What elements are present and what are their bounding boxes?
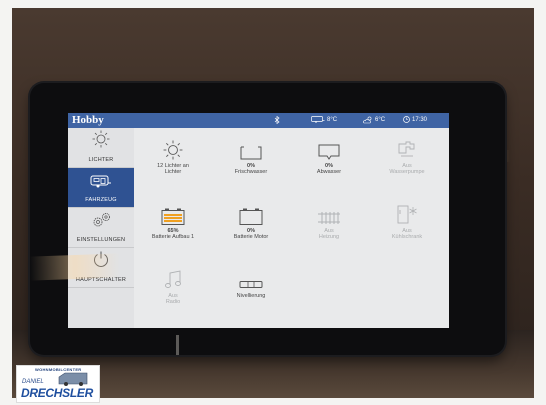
sidebar-item-label: FAHRZEUG: [85, 197, 117, 203]
battery-icon: [239, 201, 263, 225]
tile-batterie-motor[interactable]: 0% Batterie Motor: [212, 193, 290, 253]
sidebar-item-label: LICHTER: [88, 157, 114, 163]
outside-temp-value: 6°C: [375, 117, 386, 123]
tap-icon: [396, 136, 418, 160]
tile-abwasser[interactable]: 0% Abwasser: [290, 128, 368, 188]
tile-label: Frischwasser: [234, 169, 268, 176]
bluetooth-icon: [274, 116, 280, 124]
tile-kuehlschrank[interactable]: Aus Kühlschrank: [368, 193, 446, 253]
control-screen: Hobby 8°C 6°C 17:30 LICHTER FAHRZEUG EIN…: [68, 113, 449, 328]
gears-icon: [90, 212, 112, 233]
clock-icon: [403, 116, 410, 123]
sidebar-item-einstellungen[interactable]: EINSTELLUNGEN: [68, 208, 134, 248]
tile-label: Kühlschrank: [391, 234, 423, 241]
inside-temp-value: 8°C: [327, 116, 338, 123]
tile-frischwasser[interactable]: 0% Frischwasser: [212, 128, 290, 188]
fridge-icon: [396, 201, 418, 225]
tile-label: Lichter: [164, 169, 182, 176]
sun-icon: [163, 136, 183, 160]
sun-icon: [92, 130, 110, 153]
sidebar-item-lichter[interactable]: LICHTER: [68, 128, 134, 168]
tank-icon: [240, 136, 262, 160]
tile-label: Batterie Aufbau 1: [151, 234, 195, 241]
tile-label: Abwasser: [316, 169, 342, 176]
tile-radio[interactable]: Aus Radio: [134, 258, 212, 318]
tile-grid: 12 Lichter an Lichter 0% Frischwasser 0%…: [134, 128, 449, 328]
tile-label: Batterie Motor: [233, 234, 269, 241]
tile-label: Wasserpumpe: [389, 169, 425, 176]
status-bar: Hobby 8°C 6°C 17:30: [68, 113, 449, 128]
tile-wasserpumpe[interactable]: Aus Wasserpumpe: [368, 128, 446, 188]
tile-label: Nivellierung: [236, 293, 266, 299]
sidebar: LICHTER FAHRZEUG EINSTELLUNGEN HAUPTSCHA…: [68, 128, 134, 328]
tile-nivellierung[interactable]: Nivellierung: [212, 258, 290, 318]
tile-label: Heizung: [318, 234, 340, 241]
music-icon: [164, 266, 182, 290]
camper-icon: [58, 372, 88, 386]
logo-name: DANIEL: [22, 379, 44, 385]
battery-icon: [161, 201, 185, 225]
caravan-icon: [90, 175, 112, 193]
outside-temp: 6°C: [363, 116, 385, 124]
tile-batterie-aufbau[interactable]: 65% Batterie Aufbau 1: [134, 193, 212, 253]
light-glare: [29, 253, 121, 281]
tile-label: Radio: [165, 299, 181, 306]
clock: 17:30: [403, 116, 427, 123]
sidebar-item-label: EINSTELLUNGEN: [76, 237, 126, 243]
brand-logo: Hobby: [72, 114, 104, 126]
caravan-icon: [311, 116, 325, 123]
level-icon: [239, 266, 263, 290]
dealer-logo: WOHNMOBILCENTER DANIEL DRECHSLER: [16, 365, 100, 403]
cloud-sun-icon: [363, 116, 372, 124]
heater-icon: [317, 201, 341, 225]
tank-icon: [318, 136, 340, 160]
cable: [176, 335, 179, 355]
tile-heizung[interactable]: Aus Heizung: [290, 193, 368, 253]
sidebar-item-fahrzeug[interactable]: FAHRZEUG: [68, 168, 134, 208]
clock-time: 17:30: [412, 116, 428, 123]
logo-brand: DRECHSLER: [21, 386, 93, 400]
tile-lichter[interactable]: 12 Lichter an Lichter: [134, 128, 212, 188]
inside-temp: 8°C: [311, 116, 337, 123]
